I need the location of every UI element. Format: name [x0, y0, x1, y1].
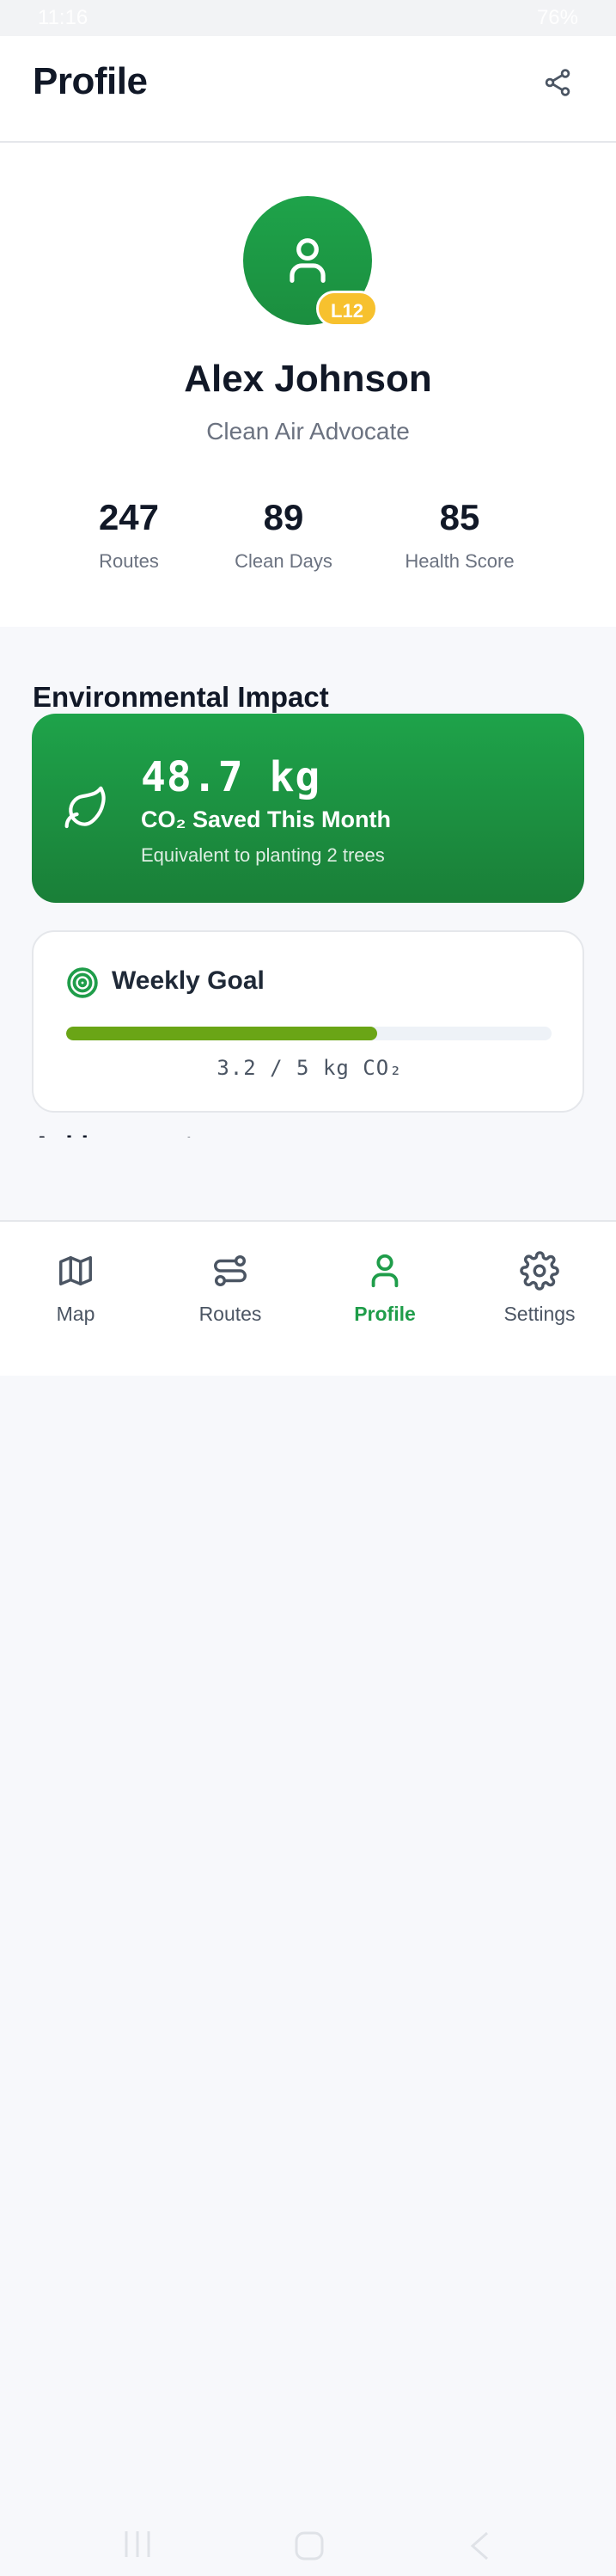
profile-stats: 247 Routes 89 Clean Days 85 Health Score: [0, 494, 616, 580]
nav-label-map: Map: [56, 1303, 95, 1325]
status-battery: 76%: [536, 6, 578, 29]
leaf-icon: [64, 786, 106, 829]
bottom-navigation: Map Routes Profile Settings: [0, 1220, 616, 2561]
stat-clean-days: 89 Clean Days: [189, 494, 378, 573]
profile-summary: L12 Alex Johnson Clean Air Advocate 247 …: [0, 143, 616, 627]
status-bar: 11:16 76%: [0, 0, 616, 36]
user-title: Clean Air Advocate: [206, 418, 410, 445]
section-title: Environmental Impact: [33, 681, 329, 714]
stat-value: 85: [439, 497, 480, 537]
nav-item-settings[interactable]: Settings: [471, 1251, 608, 1326]
nav-label-routes: Routes: [198, 1303, 262, 1325]
nav-item-map[interactable]: Map: [7, 1251, 144, 1326]
stat-label: Clean Days: [235, 550, 332, 572]
top-app-bar: Profile: [0, 36, 616, 143]
user-icon: [290, 238, 326, 283]
achievements-section-title: Achievements: [33, 1127, 207, 1138]
routes-icon: [214, 1254, 247, 1287]
nav-item-profile[interactable]: Profile: [316, 1251, 454, 1326]
weekly-goal-value: 3.2 / 5 kg CO₂: [217, 1056, 403, 1080]
nav-label-settings: Settings: [503, 1303, 576, 1325]
stat-value: 89: [263, 497, 304, 537]
status-time: 11:16: [38, 6, 88, 29]
co2-saved-label: CO₂ Saved This Month: [141, 807, 392, 832]
system-navigation-hint: [125, 2531, 488, 2561]
target-icon: [67, 967, 98, 998]
weekly-goal-title: Weekly Goal: [112, 966, 265, 995]
environmental-impact-section: Environmental Impact 48.7 kg CO₂ Saved T…: [0, 627, 616, 1220]
page-title: Profile: [33, 60, 148, 102]
level-badge: L12: [316, 291, 378, 327]
share-icon: [545, 69, 570, 96]
stat-health-score: 85 Health Score: [365, 494, 554, 573]
weekly-goal-card: Weekly Goal 3.2 / 5 kg CO₂: [32, 930, 584, 1113]
stat-label: Health Score: [405, 550, 515, 572]
impact-equivalent-note: Equivalent to planting 2 trees: [141, 844, 385, 866]
nav-item-routes[interactable]: Routes: [162, 1251, 299, 1326]
gear-icon: [520, 1251, 559, 1291]
co2-saved-value: 48.7 kg: [141, 753, 321, 801]
nav-label-profile: Profile: [354, 1303, 416, 1325]
user-name: Alex Johnson: [184, 358, 432, 400]
user-icon: [371, 1254, 399, 1288]
weekly-goal-progress-bar: [66, 1027, 552, 1040]
co2-impact-card: 48.7 kg CO₂ Saved This Month Equivalent …: [32, 714, 584, 903]
weekly-goal-progress-fill: [66, 1027, 377, 1040]
map-icon: [59, 1255, 92, 1286]
share-button[interactable]: [537, 62, 578, 103]
